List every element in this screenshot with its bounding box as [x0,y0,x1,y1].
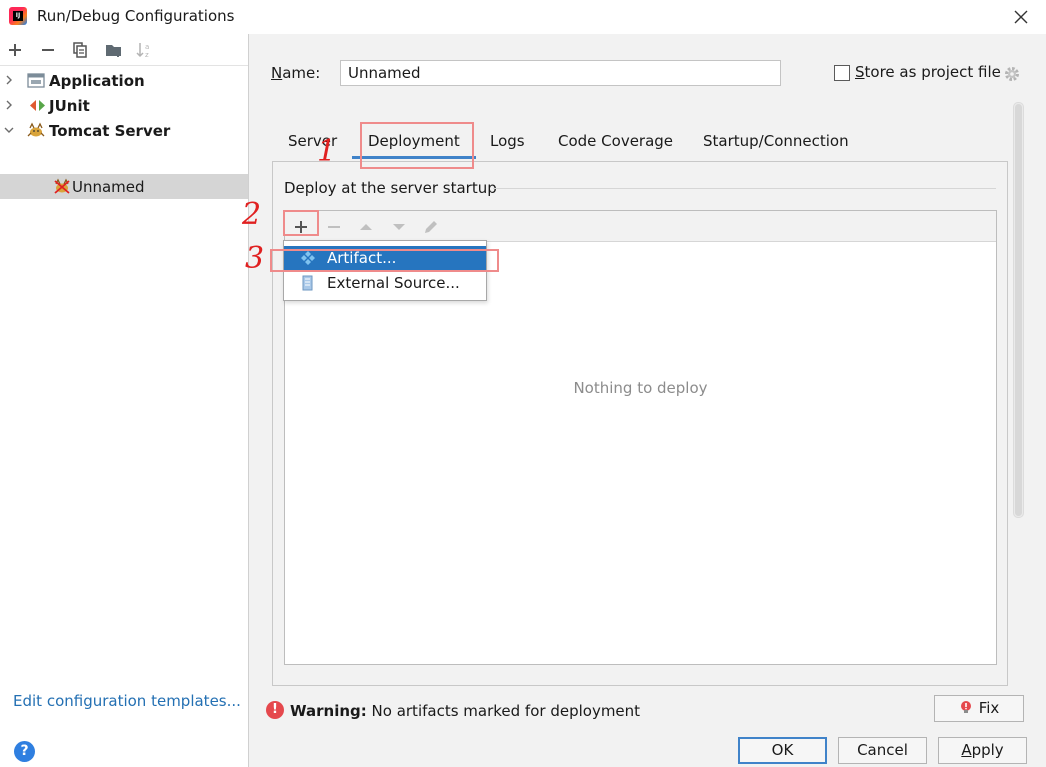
sort-icon[interactable]: az [135,40,155,60]
folder-icon[interactable] [104,40,124,60]
tree-item-unnamed[interactable]: Unnamed [0,174,248,199]
application-icon [27,73,45,88]
remove-icon[interactable] [38,40,58,60]
menu-item-external-source[interactable]: External Source... [284,271,486,296]
warning-message: Warning: No artifacts marked for deploym… [290,702,641,720]
close-icon[interactable] [1010,6,1032,28]
chevron-right-icon[interactable] [4,75,14,85]
svg-text:z: z [145,51,149,59]
configurations-sidebar: az Application JUnit Tomcat Server Unnam… [0,34,249,767]
tab-code-coverage[interactable]: Code Coverage [542,124,689,160]
move-down-icon[interactable] [389,217,409,237]
annotation-box-add [283,210,319,236]
tree-item-label: JUnit [49,96,90,115]
gear-icon[interactable] [1003,65,1021,83]
chevron-down-icon[interactable] [4,125,14,135]
help-icon[interactable]: ? [14,741,35,762]
title-bar: IJ Run/Debug Configurations [0,0,1046,34]
annotation-number-3: 3 [245,241,265,276]
sidebar-toolbar: az [0,34,248,66]
deployment-toolbar [285,211,996,242]
edit-icon[interactable] [421,217,441,237]
tree-item-tomcat-server[interactable]: Tomcat Server [0,118,248,143]
tomcat-icon [27,122,45,137]
edit-templates-link[interactable]: Edit configuration templates... [13,692,241,710]
window-title: Run/Debug Configurations [37,7,235,25]
external-source-icon [302,275,313,291]
svg-text:a: a [145,43,149,51]
tree-item-label: Application [49,71,145,90]
ok-button[interactable]: OK [738,737,827,764]
apply-button[interactable]: Apply [938,737,1027,764]
annotation-number-2: 2 [242,197,262,232]
fix-button[interactable]: Fix [934,695,1024,722]
name-input[interactable] [340,60,781,86]
chevron-right-icon[interactable] [4,100,14,110]
tab-logs[interactable]: Logs [474,124,541,160]
copy-icon[interactable] [70,40,90,60]
warning-icon: ! [266,701,284,719]
store-as-project-file-checkbox[interactable] [834,65,850,81]
tree-item-junit[interactable]: JUnit [0,93,248,118]
store-as-project-file-label[interactable]: Store as project file [855,63,1001,81]
annotation-box-artifact [270,249,499,272]
cancel-button[interactable]: Cancel [838,737,927,764]
tomcat-error-icon [54,178,70,194]
tree-item-application[interactable]: Application [0,68,248,93]
tab-server[interactable]: Server [272,124,353,160]
name-label: Name: [271,64,321,82]
remove-icon[interactable] [324,217,344,237]
annotation-box-deployment [360,122,474,169]
group-title: Deploy at the server startup [284,179,497,197]
tab-startup-connection[interactable]: Startup/Connection [687,124,865,160]
bulb-error-icon [960,701,971,713]
menu-item-label: External Source... [327,274,460,292]
add-icon[interactable] [5,40,25,60]
move-up-icon[interactable] [356,217,376,237]
group-divider [493,188,996,189]
tree-item-label: Tomcat Server [49,121,171,140]
intellij-logo-icon: IJ [9,7,27,25]
junit-icon [30,100,45,111]
empty-state-text: Nothing to deploy [573,379,708,397]
scrollbar-thumb[interactable] [1015,104,1022,516]
annotation-number-1: 1 [317,134,337,169]
tree-item-label: Unnamed [72,177,145,196]
